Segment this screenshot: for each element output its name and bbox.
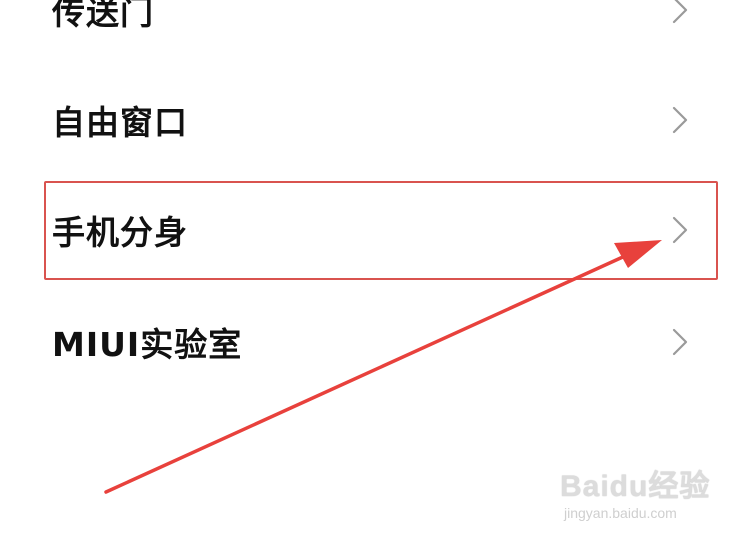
list-item-free-window[interactable]: 自由窗口 xyxy=(0,65,732,175)
highlight-box xyxy=(44,181,718,280)
chevron-right-icon xyxy=(672,106,688,134)
watermark-logo: Baidu经验 xyxy=(560,470,711,503)
list-item-label: 自由窗口 xyxy=(52,103,188,142)
list-item-portal[interactable]: 传送门 xyxy=(0,0,732,65)
chevron-right-icon xyxy=(672,328,688,356)
watermark: Baidu经验 jingyan.baidu.com xyxy=(560,470,730,540)
list-item-label: 传送门 xyxy=(52,0,154,32)
list-item-label: MIUI实验室 xyxy=(52,325,243,364)
watermark-url: jingyan.baidu.com xyxy=(564,505,677,521)
list-item-miui-lab[interactable]: MIUI实验室 xyxy=(0,287,732,397)
chevron-right-icon xyxy=(672,0,688,24)
